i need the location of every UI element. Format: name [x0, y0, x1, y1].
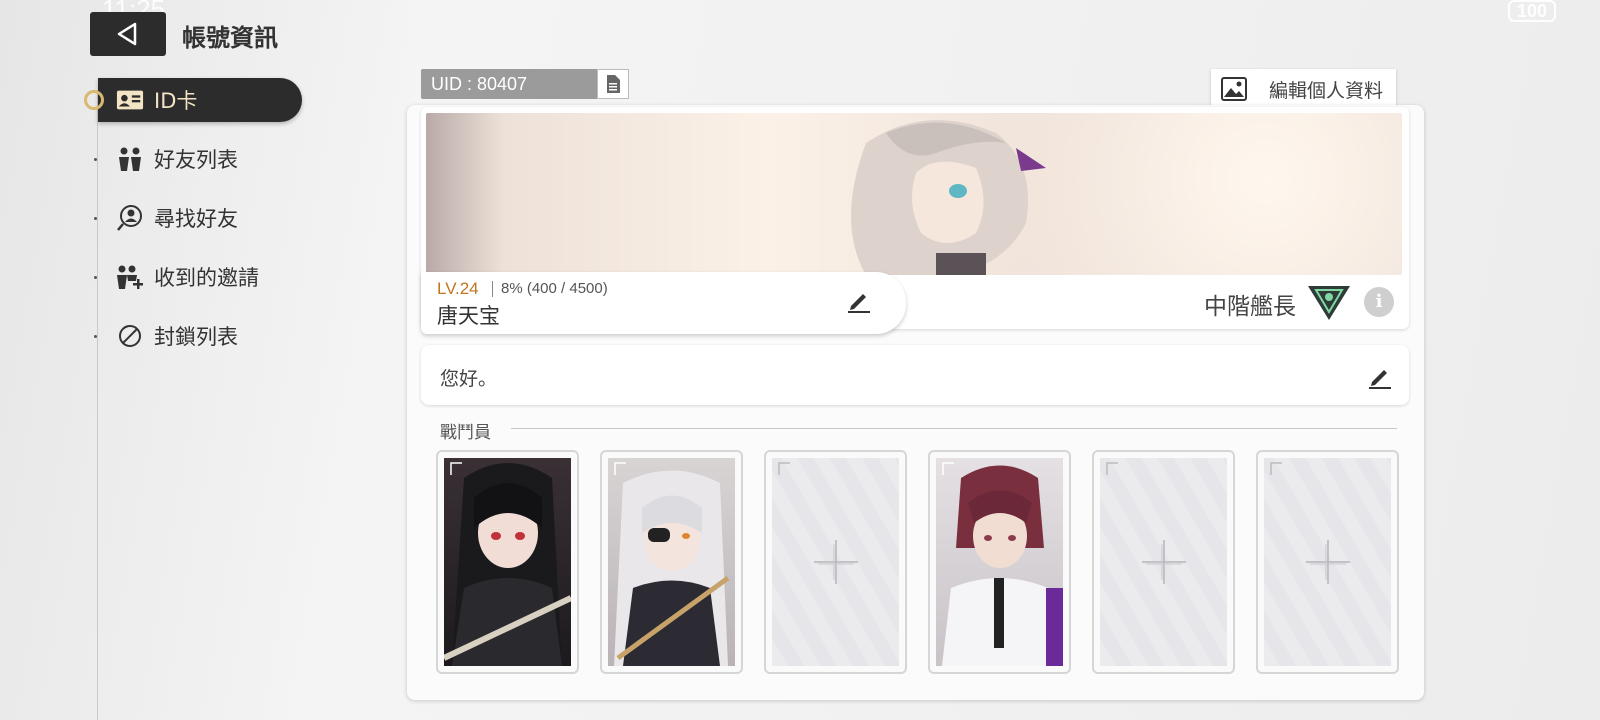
add-fighter-icon — [1141, 540, 1186, 584]
slot-corner-mark-icon — [778, 462, 790, 475]
nav-dot — [94, 334, 97, 338]
sidebar-item-id-card[interactable]: ID卡 — [84, 78, 302, 122]
banner-character-illustration — [851, 120, 1046, 275]
friends-icon — [116, 145, 144, 173]
player-name: 唐天宝 — [437, 304, 500, 328]
copy-icon — [607, 75, 620, 93]
section-divider — [511, 428, 1397, 429]
sidebar-item-label: 封鎖列表 — [154, 325, 238, 349]
sidebar-item-blocklist[interactable]: 封鎖列表 — [94, 314, 302, 358]
slot-corner-mark-icon — [942, 462, 954, 475]
nav-dot — [94, 216, 97, 220]
nav-dot — [94, 275, 97, 279]
nav-dot — [94, 157, 97, 161]
sidebar-divider — [97, 90, 98, 720]
back-arrow-icon — [117, 22, 137, 46]
sidebar-item-search-friend[interactable]: 尋找好友 — [94, 196, 302, 240]
slot-corner-mark-icon — [450, 462, 462, 475]
invitation-icon — [116, 263, 144, 291]
edit-profile-button[interactable]: 編輯個人資料 — [1211, 69, 1396, 109]
profile-banner[interactable] — [426, 113, 1402, 275]
fighter-portrait — [942, 465, 1063, 666]
greeting-text: 您好。 — [440, 368, 498, 390]
search-friend-icon — [116, 204, 144, 232]
player-exp: 8% (400 / 4500) — [501, 280, 608, 297]
sidebar-item-label: 好友列表 — [154, 148, 238, 172]
rank-badge-icon — [1308, 286, 1350, 320]
add-fighter-icon — [813, 540, 858, 584]
sidebar-item-label: 尋找好友 — [154, 207, 238, 231]
active-indicator-icon — [84, 90, 104, 110]
edit-greeting-icon[interactable] — [1366, 363, 1394, 391]
sidebar-item-label: ID卡 — [154, 89, 198, 113]
sidebar-item-invitations[interactable]: 收到的邀請 — [94, 255, 302, 299]
player-level: LV.24 — [437, 279, 479, 298]
image-icon — [1221, 77, 1247, 101]
slot-corner-mark-icon — [1106, 462, 1118, 475]
level-separator — [492, 281, 493, 297]
back-button[interactable] — [90, 12, 166, 56]
fighter-portrait — [614, 470, 730, 666]
sidebar-item-label: 收到的邀請 — [154, 266, 259, 290]
sidebar-item-friends[interactable]: 好友列表 — [94, 137, 302, 181]
edit-name-icon[interactable] — [846, 288, 872, 314]
rank-info-icon[interactable]: i — [1364, 287, 1394, 317]
copy-uid-button[interactable] — [597, 69, 629, 99]
fighter-slot-4[interactable] — [928, 450, 1071, 674]
fighter-slot-3-empty[interactable] — [764, 450, 907, 674]
block-icon — [116, 322, 144, 350]
fighters-label: 戰鬥員 — [440, 423, 491, 443]
add-fighter-icon — [1305, 540, 1350, 584]
slot-corner-mark-icon — [1270, 462, 1282, 475]
captain-rank: 中階艦長 — [1204, 294, 1296, 320]
battery-indicator: 100 — [1508, 0, 1556, 22]
slot-corner-mark-icon — [614, 462, 626, 475]
fighter-slot-1[interactable] — [436, 450, 579, 674]
id-card-icon — [116, 86, 144, 114]
edit-profile-label: 編輯個人資料 — [1269, 79, 1384, 102]
page-title: 帳號資訊 — [182, 24, 278, 52]
greeting-box — [421, 345, 1409, 405]
fighter-slot-5-empty[interactable] — [1092, 450, 1235, 674]
fighter-portrait — [444, 463, 571, 666]
fighter-slot-6-empty[interactable] — [1256, 450, 1399, 674]
fighter-slot-2[interactable] — [600, 450, 743, 674]
